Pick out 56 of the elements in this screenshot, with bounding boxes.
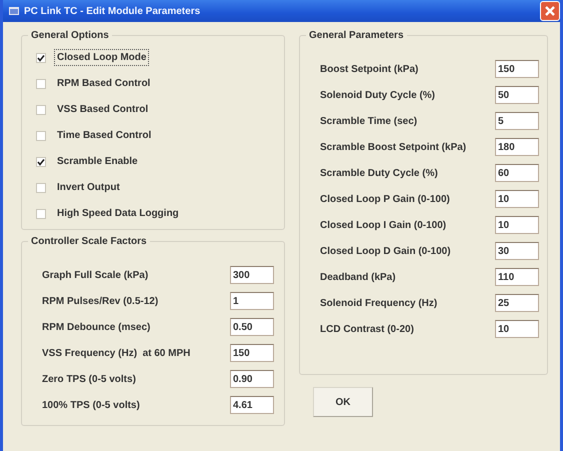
field-label: Closed Loop I Gain (0-100) [320, 220, 446, 230]
close-icon[interactable] [544, 5, 556, 17]
input-field[interactable]: 180 [495, 138, 539, 156]
input-field[interactable]: 0.90 [230, 370, 274, 388]
input-field[interactable]: 0.50 [230, 318, 274, 336]
field-label: LCD Contrast (0-20) [320, 324, 414, 334]
field-label: Scramble Duty Cycle (%) [320, 168, 438, 178]
group-title: General Options [30, 30, 110, 41]
field-label: 100% TPS (0-5 volts) [42, 400, 140, 410]
checkbox[interactable] [36, 78, 46, 88]
input-field[interactable]: 4.61 [230, 396, 274, 414]
field-label: Deadband (kPa) [320, 272, 396, 282]
field-label: Zero TPS (0-5 volts) [42, 374, 136, 384]
field-label: RPM Debounce (msec) [42, 322, 150, 332]
checkbox-label[interactable]: RPM Based Control [54, 75, 154, 92]
input-field[interactable]: 50 [495, 86, 539, 104]
input-field[interactable]: 300 [230, 266, 274, 284]
input-field[interactable]: 25 [495, 294, 539, 312]
checkbox-label[interactable]: VSS Based Control [54, 101, 152, 118]
checkbox[interactable] [36, 52, 46, 62]
checkbox[interactable] [36, 156, 46, 166]
field-label: Closed Loop D Gain (0-100) [320, 246, 451, 256]
checkbox-label[interactable]: Time Based Control [54, 127, 154, 144]
field-label: Graph Full Scale (kPa) [42, 270, 148, 280]
checkbox-label[interactable]: Closed Loop Mode [54, 49, 150, 66]
field-label: Scramble Boost Setpoint (kPa) [320, 142, 466, 152]
checkbox-label[interactable]: Invert Output [54, 179, 123, 196]
close-button[interactable] [540, 1, 560, 21]
checkbox[interactable] [36, 208, 46, 218]
checkbox[interactable] [36, 130, 46, 140]
checkbox-label[interactable]: High Speed Data Logging [54, 205, 182, 222]
field-label: Closed Loop P Gain (0-100) [320, 194, 450, 204]
input-field[interactable]: 1 [230, 292, 274, 310]
field-label: Scramble Time (sec) [320, 116, 418, 126]
input-field[interactable]: 110 [495, 268, 539, 286]
window-title: PC Link TC - Edit Module Parameters [24, 6, 200, 16]
input-field[interactable]: 10 [495, 190, 539, 208]
checkbox-label[interactable]: Scramble Enable [54, 153, 141, 170]
checkbox[interactable] [36, 104, 46, 114]
checkbox[interactable] [36, 182, 46, 192]
input-field[interactable]: 150 [230, 344, 274, 362]
field-label: Solenoid Frequency (Hz) [320, 298, 438, 308]
ok-button[interactable]: OK [313, 387, 373, 417]
input-field[interactable]: 150 [495, 60, 539, 78]
window-icon [9, 7, 19, 15]
input-field[interactable]: 10 [495, 320, 539, 338]
group-title: Controller Scale Factors [30, 236, 148, 247]
input-field[interactable]: 5 [495, 112, 539, 130]
group-title: General Parameters [308, 30, 405, 41]
field-label: VSS Frequency (Hz) at 60 MPH [42, 348, 190, 358]
field-label: Solenoid Duty Cycle (%) [320, 90, 436, 100]
input-field[interactable]: 60 [495, 164, 539, 182]
input-field[interactable]: 10 [495, 216, 539, 234]
field-label: Boost Setpoint (kPa) [320, 64, 418, 74]
field-label: RPM Pulses/Rev (0.5-12) [42, 296, 158, 306]
input-field[interactable]: 30 [495, 242, 539, 260]
